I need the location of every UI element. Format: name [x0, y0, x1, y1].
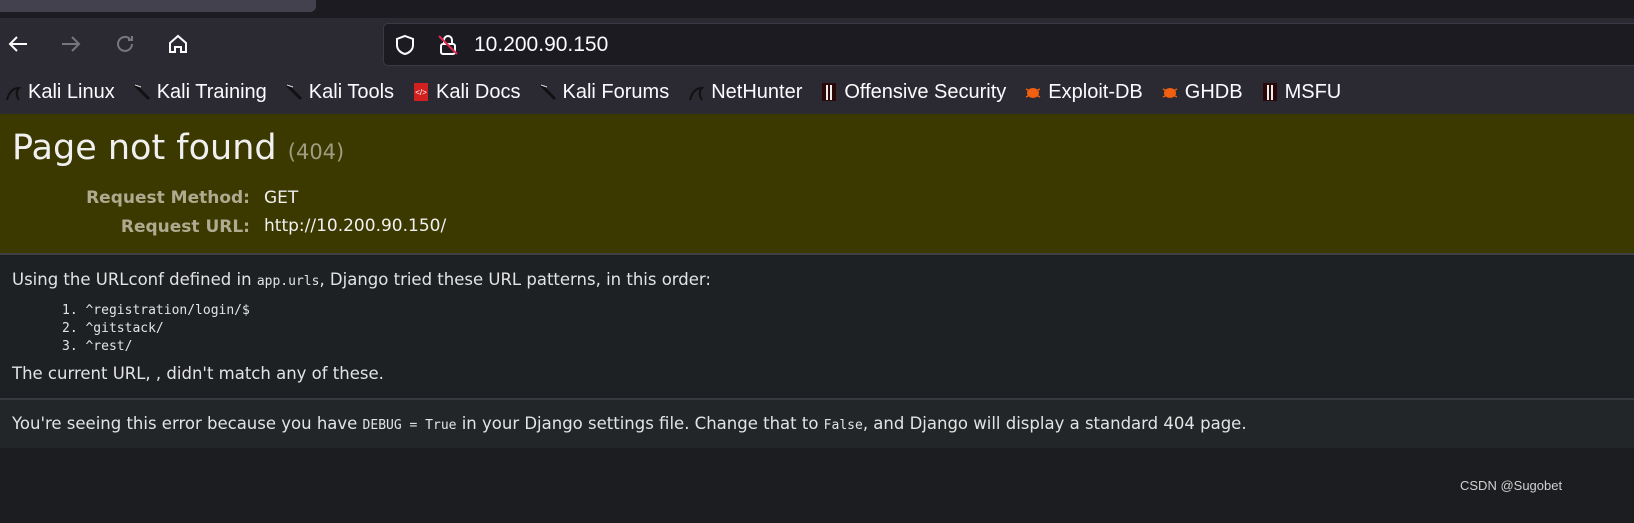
url-label: Request URL:	[120, 217, 250, 237]
error-summary: Page not found (404) Request Method: Req…	[0, 114, 1634, 255]
bookmark-ghdb[interactable]: GHDB	[1161, 81, 1243, 104]
insecure-lock-icon	[438, 35, 458, 55]
urlconf-text: Using the URLconf defined in app.urls, D…	[12, 270, 711, 289]
address-bar[interactable]: 10.200.90.150	[383, 23, 1634, 66]
bookmarks-bar: Kali Linux Kali Training Kali Tools </> Kali…	[0, 70, 1634, 114]
list-item: 2. ^gitstack/	[62, 321, 164, 336]
watermark: CSDN @Sugobet	[1460, 478, 1563, 493]
reload-button[interactable]	[109, 28, 141, 60]
no-match-text: The current URL, , didn't match any of t…	[12, 364, 384, 383]
page-title: Page not found (404)	[12, 128, 345, 168]
bookmark-label: Kali Forums	[562, 80, 670, 103]
arrow-right-icon	[62, 36, 81, 52]
browser-tab[interactable]	[0, 0, 316, 12]
kali-icon	[133, 83, 150, 101]
bookmark-label: Kali Linux	[28, 80, 115, 103]
back-button[interactable]	[2, 28, 34, 60]
url-text[interactable]: 10.200.90.150	[474, 33, 608, 57]
debug-explanation: You're seeing this error because you hav…	[0, 398, 1634, 448]
bookmark-label: Kali Tools	[308, 80, 395, 103]
list-item: 3. ^rest/	[62, 339, 133, 354]
bookmark-label: GHDB	[1184, 80, 1243, 103]
bookmark-label: Offensive Security	[844, 80, 1007, 103]
svg-text:</>: </>	[415, 88, 427, 97]
bookmark-kali-tools[interactable]: Kali Tools	[285, 81, 394, 104]
bookmark-label: Exploit-DB	[1048, 80, 1143, 103]
bookmark-nethunter[interactable]: NetHunter	[687, 81, 802, 104]
bookmark-kali-forums[interactable]: Kali Forums	[539, 80, 670, 104]
home-icon	[169, 34, 187, 53]
request-url: http://10.200.90.150/	[264, 216, 447, 236]
docs-icon: </>	[414, 83, 429, 101]
kali-icon	[285, 83, 302, 101]
request-method: GET	[264, 188, 299, 208]
bookmark-label: NetHunter	[711, 80, 803, 103]
bookmark-kali-training[interactable]: Kali Training	[133, 81, 267, 104]
offsec-icon	[1262, 83, 1277, 101]
bookmark-offensive-security[interactable]: Offensive Security	[820, 81, 1006, 104]
offsec-icon	[822, 83, 837, 101]
exploit-db-icon	[1162, 88, 1178, 98]
bookmark-label: Kali Training	[156, 80, 267, 103]
kali-icon	[539, 83, 556, 101]
exploit-db-icon	[1025, 88, 1041, 98]
bookmark-kali-linux[interactable]: Kali Linux	[4, 81, 115, 104]
shield-icon	[396, 34, 414, 56]
error-info: Using the URLconf defined in app.urls, D…	[0, 256, 1634, 398]
method-label: Request Method:	[86, 188, 250, 208]
list-item: 1. ^registration/login/$	[62, 303, 250, 318]
home-button[interactable]	[162, 28, 194, 60]
status-code: (404)	[287, 140, 345, 164]
tab-strip	[0, 0, 1634, 18]
kali-dragon-icon	[689, 86, 705, 101]
bookmark-msfu[interactable]: MSFU	[1261, 80, 1342, 104]
toolbar: 10.200.90.150	[0, 18, 1634, 70]
bookmark-label: MSFU	[1284, 80, 1342, 103]
kali-dragon-icon	[6, 86, 22, 101]
bookmark-exploit-db[interactable]: Exploit-DB	[1024, 80, 1143, 104]
reload-icon	[117, 35, 133, 52]
arrow-left-icon	[8, 36, 27, 52]
url-patterns: 1. ^registration/login/$ 2. ^gitstack/ 3…	[62, 302, 250, 356]
forward-button[interactable]	[55, 28, 87, 60]
bookmark-label: Kali Docs	[436, 80, 521, 103]
bookmark-kali-docs[interactable]: </> Kali Docs	[412, 80, 521, 104]
